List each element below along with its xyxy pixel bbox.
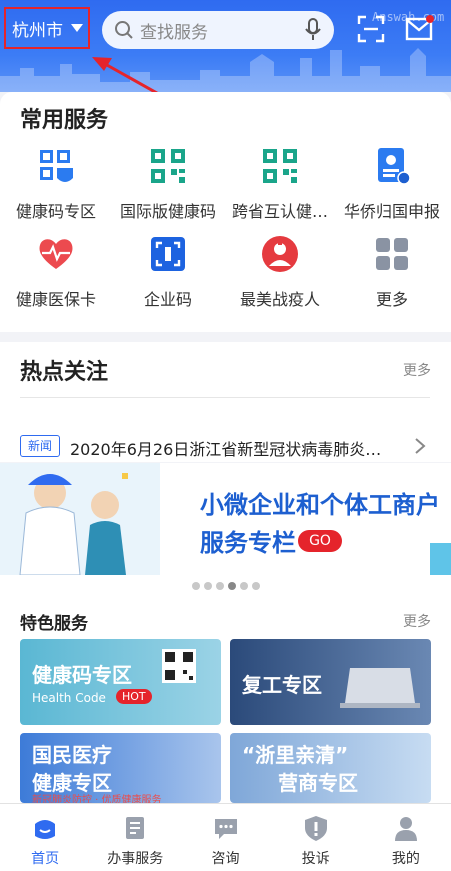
hot-focus-more-link[interactable]: 更多 bbox=[403, 360, 431, 380]
service-label: 企业码 bbox=[143, 290, 192, 309]
enterprise-code-icon bbox=[151, 237, 185, 271]
tab-label: 咨询 bbox=[211, 851, 240, 867]
carousel-dot-active[interactable] bbox=[227, 582, 236, 590]
service-more[interactable]: 更多 bbox=[336, 234, 448, 310]
banner-go-button[interactable]: GO bbox=[298, 530, 342, 552]
service-label: 跨省互认健… bbox=[231, 202, 328, 221]
tile-subtitle: Health Code bbox=[32, 691, 106, 705]
service-cross-province-code[interactable]: 跨省互认健… bbox=[224, 146, 336, 222]
featured-title: 特色服务 bbox=[20, 614, 88, 634]
tile-title-line1: “浙里亲清” bbox=[242, 743, 349, 767]
banner-title-line1: 小微企业和个体工商户 bbox=[200, 491, 440, 519]
tile-subtitle: 新冠肺炎防控 · 优质健康服务 bbox=[32, 795, 162, 803]
service-health-code-zone[interactable]: 健康码专区 bbox=[0, 146, 112, 222]
heart-icon bbox=[39, 239, 73, 269]
tab-label: 办事服务 bbox=[107, 851, 164, 867]
featured-services-section: 特色服务 更多 健康码专区 Health Code HOT 复工专区 国民医疗 … bbox=[0, 597, 451, 803]
hot-focus-title: 热点关注 bbox=[20, 360, 109, 385]
home-icon bbox=[35, 820, 56, 839]
news-item[interactable]: 新闻 2020年6月26日浙江省新型冠状病毒肺炎… bbox=[0, 430, 451, 460]
tab-label: 我的 bbox=[391, 851, 420, 867]
service-international-health-code[interactable]: 国际版健康码 bbox=[112, 146, 224, 222]
hot-badge: HOT bbox=[116, 689, 152, 704]
city-skyline-graphic bbox=[0, 48, 451, 92]
banner-decoration bbox=[430, 543, 451, 575]
promo-banner[interactable]: 小微企业和个体工商户 服务专栏 GO bbox=[0, 463, 451, 575]
qr-code-icon bbox=[162, 649, 196, 683]
search-icon bbox=[115, 21, 133, 39]
service-enterprise-code[interactable]: 企业码 bbox=[112, 234, 224, 310]
service-anti-epidemic-heroes[interactable]: 最美战疫人 bbox=[224, 234, 336, 310]
carousel-dots bbox=[0, 575, 451, 597]
grid-icon bbox=[376, 238, 408, 270]
service-medical-insurance-card[interactable]: 健康医保卡 bbox=[0, 234, 112, 310]
qr-code-icon bbox=[151, 149, 185, 183]
health-code-icon bbox=[40, 150, 73, 182]
service-label: 健康码专区 bbox=[15, 202, 96, 221]
scan-icon[interactable] bbox=[356, 14, 386, 44]
city-selector[interactable]: 杭州市 bbox=[4, 7, 90, 49]
tab-consult[interactable]: 咨询 bbox=[180, 804, 270, 871]
search-bar[interactable]: 查找服务 bbox=[102, 11, 334, 49]
qr-code-icon bbox=[263, 149, 297, 183]
carousel-dot[interactable] bbox=[203, 582, 212, 590]
city-label: 杭州市 bbox=[12, 20, 63, 41]
featured-more-link[interactable]: 更多 bbox=[403, 611, 431, 631]
tile-business-zone[interactable]: “浙里亲清” 营商专区 bbox=[230, 733, 431, 803]
chevron-right-icon bbox=[415, 438, 426, 454]
search-placeholder: 查找服务 bbox=[140, 22, 208, 43]
user-icon bbox=[394, 817, 417, 841]
service-label: 华侨归国申报 bbox=[343, 202, 440, 221]
service-overseas-return-declaration[interactable]: 华侨归国申报 bbox=[336, 146, 448, 222]
tab-services[interactable]: 办事服务 bbox=[90, 804, 180, 871]
news-title: 2020年6月26日浙江省新型冠状病毒肺炎… bbox=[70, 440, 382, 459]
tile-title: 复工专区 bbox=[242, 673, 322, 697]
tile-title-line1: 国民医疗 bbox=[32, 743, 112, 767]
microphone-icon[interactable] bbox=[304, 18, 322, 42]
service-label: 更多 bbox=[375, 290, 408, 309]
common-services-title: 常用服务 bbox=[20, 108, 109, 133]
tile-national-medical-health[interactable]: 国民医疗 健康专区 新冠肺炎防控 · 优质健康服务 bbox=[20, 733, 221, 803]
tab-label: 投诉 bbox=[301, 851, 330, 867]
banner-title-line2: 服务专栏 bbox=[200, 529, 296, 557]
common-services-card: 常用服务 健康码专区 国际版健康码 跨省互认健… 华侨归国申报 健康医保卡 企业… bbox=[0, 92, 451, 332]
news-tag: 新闻 bbox=[20, 435, 60, 457]
tile-health-code-zone[interactable]: 健康码专区 Health Code HOT bbox=[20, 639, 221, 725]
service-label: 最美战疫人 bbox=[239, 290, 320, 309]
service-label: 健康医保卡 bbox=[15, 290, 96, 309]
caret-down-icon bbox=[71, 24, 83, 32]
carousel-dot[interactable] bbox=[239, 582, 248, 590]
banner-medics-illustration bbox=[0, 463, 160, 575]
tab-complaint[interactable]: 投诉 bbox=[271, 804, 361, 871]
hot-focus-section: 热点关注 更多 新闻 2020年6月26日浙江省新型冠状病毒肺炎… bbox=[0, 342, 451, 462]
shield-icon bbox=[304, 816, 327, 841]
tile-title: 健康码专区 bbox=[32, 663, 132, 687]
tab-label: 首页 bbox=[31, 851, 60, 867]
carousel-dot[interactable] bbox=[191, 582, 200, 590]
bottom-tab-bar: 首页 办事服务 咨询 投诉 我的 bbox=[0, 803, 451, 871]
id-card-icon bbox=[378, 148, 411, 185]
mail-icon[interactable] bbox=[404, 14, 434, 44]
tile-return-to-work[interactable]: 复工专区 bbox=[230, 639, 431, 725]
top-header: 杭州市 查找服务 Answah.com bbox=[0, 0, 451, 92]
previous-news-partial bbox=[20, 392, 430, 398]
service-label: 国际版健康码 bbox=[119, 202, 216, 221]
document-icon bbox=[126, 817, 145, 839]
medic-icon bbox=[262, 236, 298, 272]
tab-home[interactable]: 首页 bbox=[0, 804, 90, 871]
tile-title-line2: 营商专区 bbox=[278, 771, 358, 795]
carousel-dot[interactable] bbox=[251, 582, 260, 590]
laptop-graphic bbox=[340, 668, 420, 708]
tab-mine[interactable]: 我的 bbox=[361, 804, 451, 871]
carousel-dot[interactable] bbox=[215, 582, 224, 590]
chat-icon bbox=[214, 819, 237, 839]
